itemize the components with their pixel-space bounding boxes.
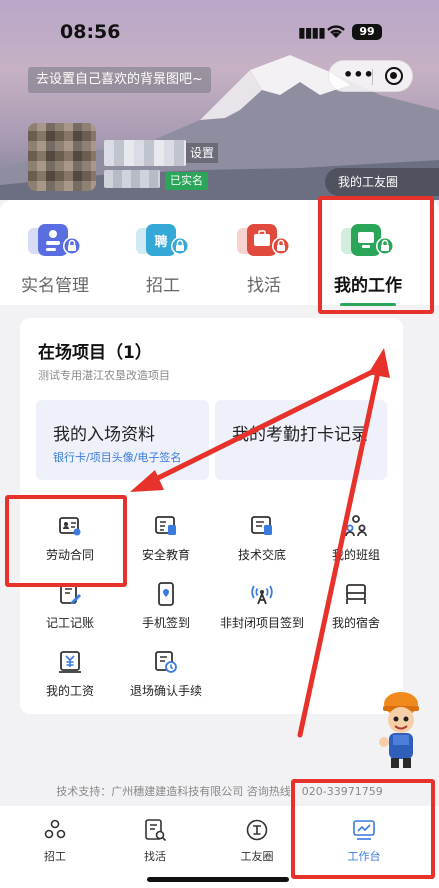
grid-item-signal-checkin[interactable]: 非封闭项目签到 bbox=[214, 582, 310, 642]
find-work-nav-icon bbox=[145, 819, 167, 842]
phone-checkin-icon bbox=[158, 582, 174, 606]
tab-recruit[interactable]: 聘 招工 bbox=[108, 200, 218, 305]
profile-header: 08:56 ▮▮▮▮ 99 去设置自己喜欢的背景图吧~ ••• 设置 已实名 我… bbox=[0, 0, 439, 200]
home-indicator[interactable] bbox=[147, 877, 289, 882]
grid-item-timesheet[interactable]: 记工记账 bbox=[22, 582, 118, 642]
annotation-box-contract bbox=[5, 495, 127, 587]
tile-title: 我的入场资料 bbox=[53, 425, 155, 445]
grid-label: 我的工资 bbox=[45, 684, 94, 698]
close-target-icon[interactable] bbox=[385, 67, 403, 85]
team-icon bbox=[345, 515, 367, 537]
tab-find-work[interactable]: 找活 bbox=[209, 200, 319, 305]
grid-label: 安全教育 bbox=[141, 548, 190, 562]
signal-checkin-icon bbox=[251, 585, 273, 605]
mascot-worker-icon[interactable] bbox=[377, 690, 425, 772]
project-title: 在场项目（1） bbox=[38, 343, 152, 363]
tab-label: 实名管理 bbox=[21, 276, 89, 296]
blurred-name bbox=[104, 140, 186, 166]
find-work-lock-icon bbox=[237, 224, 290, 256]
avatar[interactable] bbox=[28, 123, 96, 191]
work-circle-button[interactable]: 我的工友圈 bbox=[325, 168, 439, 196]
grid-label: 我的宿舍 bbox=[331, 616, 380, 630]
recruit-lock-icon: 聘 bbox=[136, 224, 189, 256]
grid-item-dorm[interactable]: 我的宿舍 bbox=[308, 582, 404, 642]
more-icon[interactable]: ••• bbox=[343, 65, 374, 84]
tab-label: 招工 bbox=[146, 276, 180, 296]
project-name[interactable]: 测试专用湛江农垦改造项目 bbox=[38, 367, 170, 383]
dorm-bed-icon bbox=[346, 584, 366, 604]
recruit-nav-icon bbox=[44, 819, 66, 839]
worker-circle-nav-icon bbox=[246, 819, 268, 841]
verified-badge: 已实名 bbox=[165, 172, 208, 190]
nav-item-recruit[interactable]: 招工 bbox=[5, 814, 105, 864]
grid-item-tech-briefing[interactable]: 技术交底 bbox=[214, 514, 310, 574]
grid-label: 非封闭项目签到 bbox=[219, 616, 304, 630]
status-time: 08:56 bbox=[60, 21, 121, 43]
annotation-box-my-work bbox=[318, 196, 434, 314]
app-root: 08:56 ▮▮▮▮ 99 去设置自己喜欢的背景图吧~ ••• 设置 已实名 我… bbox=[0, 0, 439, 888]
grid-label: 退场确认手续 bbox=[129, 684, 202, 698]
background-tip[interactable]: 去设置自己喜欢的背景图吧~ bbox=[28, 67, 211, 93]
mini-program-capsule: ••• bbox=[328, 60, 413, 92]
tech-briefing-icon bbox=[251, 516, 272, 535]
grid-item-phone-checkin[interactable]: 手机签到 bbox=[118, 582, 214, 642]
tile-title: 我的考勤打卡记录 bbox=[232, 425, 368, 445]
settings-link[interactable]: 设置 bbox=[186, 143, 219, 163]
grid-label: 记工记账 bbox=[45, 616, 94, 630]
attendance-tile[interactable]: 我的考勤打卡记录 bbox=[215, 400, 387, 480]
nav-item-find-work[interactable]: 找活 bbox=[105, 814, 205, 864]
grid-item-safety[interactable]: 安全教育 bbox=[118, 514, 214, 574]
signal-icon: ▮▮▮▮ bbox=[298, 25, 326, 41]
grid-item-salary[interactable]: 我的工资 bbox=[22, 650, 118, 710]
entry-info-tile[interactable]: 我的入场资料 银行卡/项目头像/电子签名 bbox=[36, 400, 209, 480]
tab-real-name[interactable]: 实名管理 bbox=[0, 200, 110, 305]
salary-icon bbox=[59, 651, 81, 673]
id-card-lock-icon bbox=[28, 224, 81, 256]
annotation-box-workbench bbox=[291, 779, 435, 879]
exit-confirm-icon bbox=[155, 651, 177, 673]
battery-icon: 99 bbox=[352, 24, 382, 40]
nav-label: 招工 bbox=[44, 850, 66, 863]
grid-label: 我的班组 bbox=[331, 548, 380, 562]
tab-label: 找活 bbox=[247, 276, 281, 296]
blurred-info bbox=[104, 170, 160, 188]
grid-label: 手机签到 bbox=[141, 616, 190, 630]
svg-text:聘: 聘 bbox=[154, 234, 167, 250]
tile-subtitle: 银行卡/项目头像/电子签名 bbox=[53, 451, 182, 464]
grid-item-exit-confirm[interactable]: 退场确认手续 bbox=[118, 650, 214, 710]
capsule-divider bbox=[372, 69, 373, 85]
grid-label: 技术交底 bbox=[237, 548, 286, 562]
safety-education-icon bbox=[155, 516, 176, 535]
nav-label: 找活 bbox=[144, 850, 166, 863]
status-bar: 08:56 ▮▮▮▮ 99 bbox=[0, 18, 439, 48]
grid-item-team[interactable]: 我的班组 bbox=[308, 514, 404, 574]
wifi-icon bbox=[327, 25, 345, 38]
